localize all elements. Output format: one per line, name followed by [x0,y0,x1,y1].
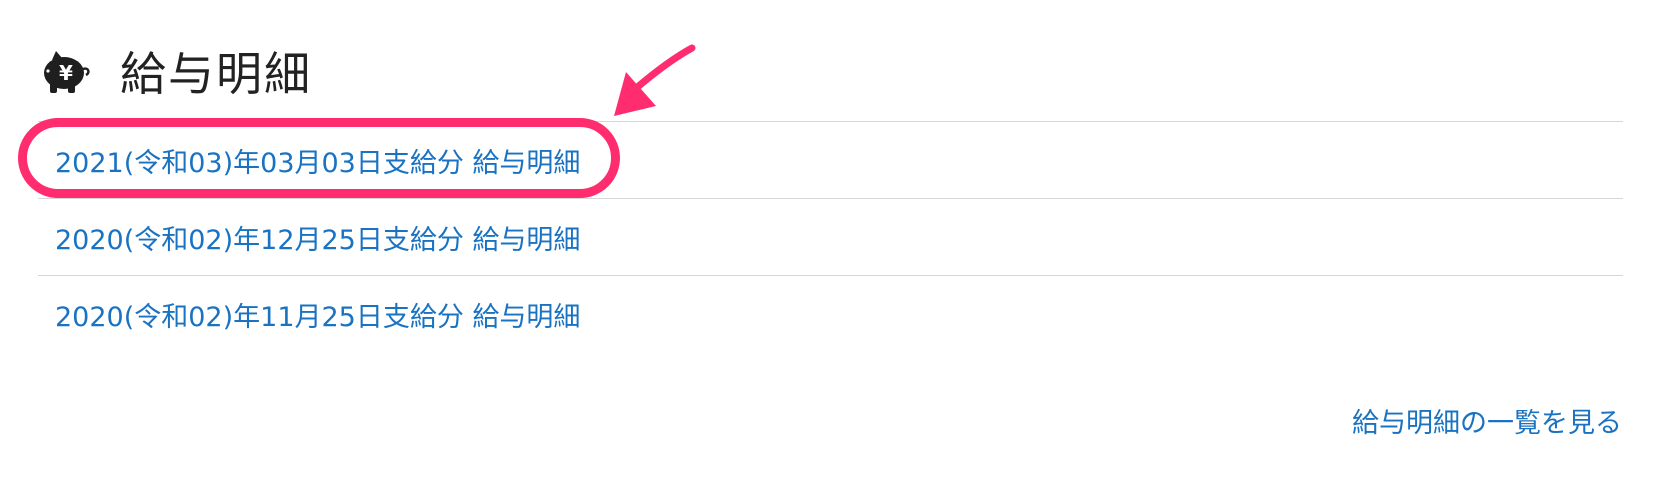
payslip-row: 2021(令和03)年03月03日支給分 給与明細 [38,121,1623,198]
payslip-link-2020-11[interactable]: 2020(令和02)年11月25日支給分 給与明細 [55,295,580,334]
payslip-link-2021-03[interactable]: 2021(令和03)年03月03日支給分 給与明細 [55,141,580,180]
payslip-row: 2020(令和02)年11月25日支給分 給与明細 [38,275,1623,352]
piggy-bank-yen-icon: ¥ [40,47,92,95]
payslip-header: ¥ 給与明細 [40,36,312,106]
page-title: 給与明細 [120,47,312,101]
payslip-link-2020-12[interactable]: 2020(令和02)年12月25日支給分 給与明細 [55,218,580,257]
view-all-payslips-link[interactable]: 給与明細の一覧を見る [1352,401,1622,440]
pointer-arrow-icon [614,44,696,116]
payslip-row: 2020(令和02)年12月25日支給分 給与明細 [38,198,1623,275]
yen-symbol: ¥ [59,61,73,85]
payslip-list: 2021(令和03)年03月03日支給分 給与明細 2020(令和02)年12月… [38,121,1623,352]
